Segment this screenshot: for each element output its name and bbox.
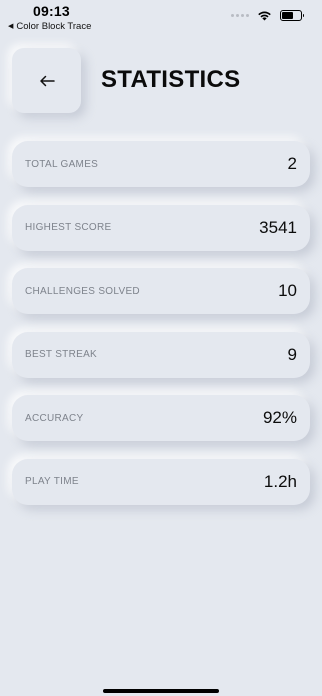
stat-value: 3541 [259,217,297,237]
arrow-left-icon [39,75,55,86]
back-app-label: Color Block Trace [16,21,92,32]
stat-value: 92% [262,408,297,427]
stat-label: ACCURACY [25,412,84,424]
stat-label: TOTAL GAMES [25,158,99,170]
stat-label: BEST STREAK [25,349,98,360]
home-indicator[interactable] [103,689,219,693]
back-button[interactable] [12,48,81,113]
status-indicators [231,10,304,21]
status-time: 09:13 [33,3,70,19]
stat-card-total-games: TOTAL GAMES 2 [12,141,310,187]
stat-value: 10 [278,281,297,300]
stat-card-accuracy: ACCURACY 92% [12,395,310,441]
stat-label: PLAY TIME [25,476,79,487]
back-triangle-icon: ◀ [8,23,14,30]
stats-list: TOTAL GAMES 2 HIGHEST SCORE 3541 CHALLEN… [12,141,310,522]
stat-value: 1.2h [263,471,297,491]
stat-card-challenges-solved: CHALLENGES SOLVED 10 [12,268,310,314]
battery-icon [280,10,304,21]
stat-card-play-time: PLAY TIME 1.2h [12,458,310,505]
page-title: STATISTICS [101,66,241,93]
stat-label: HIGHEST SCORE [25,222,112,233]
stat-value: 9 [287,344,297,364]
cellular-signal-icon [231,14,249,17]
stat-label: CHALLENGES SOLVED [25,285,140,297]
statistics-screen: 09:13 ◀ Color Block Trace STATISTICS TOT… [0,0,322,696]
back-to-app-link[interactable]: ◀ Color Block Trace [8,21,91,32]
stat-value: 2 [287,154,297,173]
wifi-icon [257,10,272,21]
stat-card-highest-score: HIGHEST SCORE 3541 [12,204,310,251]
stat-card-best-streak: BEST STREAK 9 [12,331,310,378]
